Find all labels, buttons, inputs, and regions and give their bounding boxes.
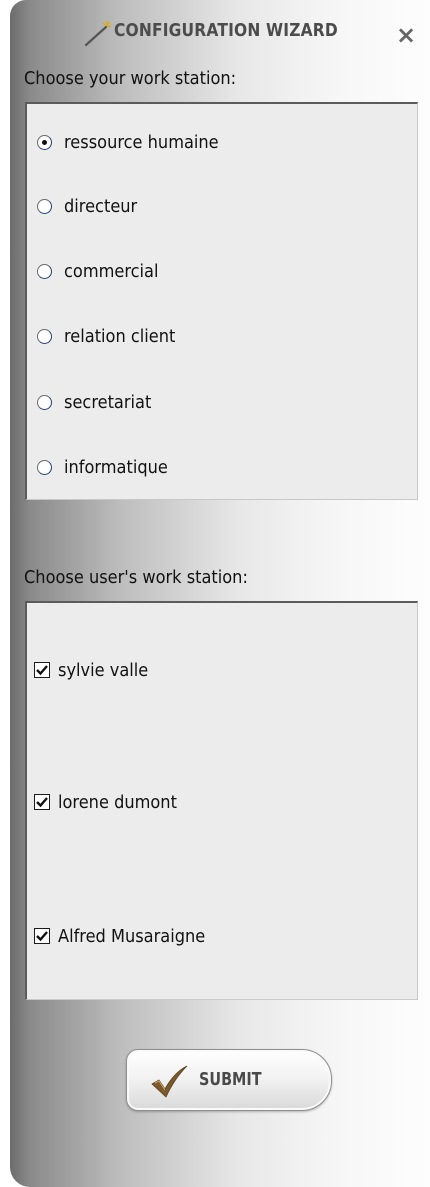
check-icon <box>36 797 48 808</box>
radio-label: commercial <box>64 260 159 282</box>
checkbox-label: lorene dumont <box>58 791 177 813</box>
radio-option-secretariat[interactable]: secretariat <box>37 388 161 416</box>
radio-option-informatique[interactable]: informatique <box>37 453 179 481</box>
check-mark-icon <box>151 1065 188 1098</box>
checkbox-label: Alfred Musaraigne <box>58 925 206 947</box>
checkbox[interactable] <box>34 928 50 944</box>
radio-button[interactable] <box>37 328 52 344</box>
magic-wand-icon <box>84 21 112 47</box>
radio-label: informatique <box>64 456 168 478</box>
title-bar: CONFIGURATION WIZARD × <box>10 0 430 64</box>
radio-button[interactable] <box>37 198 52 214</box>
radio-button[interactable] <box>37 394 52 410</box>
radio-label: directeur <box>64 195 138 217</box>
submit-label: SUBMIT <box>199 1069 262 1090</box>
radio-label: secretariat <box>64 391 152 413</box>
radio-option-relation-client[interactable]: relation client <box>37 322 188 350</box>
radio-button[interactable] <box>37 134 52 150</box>
radio-label: ressource humaine <box>64 131 219 153</box>
radio-option-directeur[interactable]: directeur <box>37 192 145 220</box>
own-station-label: Choose your work station: <box>24 68 237 89</box>
check-icon <box>36 665 48 676</box>
checkbox-label: sylvie valle <box>58 659 149 681</box>
radio-label: relation client <box>64 325 176 347</box>
close-icon[interactable]: × <box>393 22 419 48</box>
checkbox[interactable] <box>34 662 50 678</box>
radio-button[interactable] <box>37 263 52 279</box>
check-icon <box>36 931 48 942</box>
checkbox-user-alfred-musaraigne[interactable]: Alfred Musaraigne <box>34 922 222 950</box>
own-station-radio-group: ressource humaine directeur commercial r… <box>25 102 418 500</box>
checkbox-user-lorene-dumont[interactable]: lorene dumont <box>34 788 190 816</box>
user-station-checkbox-group: sylvie valle lorene dumont Alfred Musara… <box>25 601 418 1000</box>
radio-button[interactable] <box>37 459 52 475</box>
radio-option-commercial[interactable]: commercial <box>37 257 169 285</box>
user-station-label: Choose user's work station: <box>24 567 248 588</box>
submit-button[interactable]: SUBMIT <box>126 1049 332 1111</box>
radio-option-ressource-humaine[interactable]: ressource humaine <box>37 128 236 156</box>
checkbox-user-sylvie-valle[interactable]: sylvie valle <box>34 656 158 684</box>
configuration-wizard-window: CONFIGURATION WIZARD × Choose your work … <box>10 0 430 1187</box>
window-title: CONFIGURATION WIZARD <box>114 20 338 41</box>
checkbox[interactable] <box>34 794 50 810</box>
